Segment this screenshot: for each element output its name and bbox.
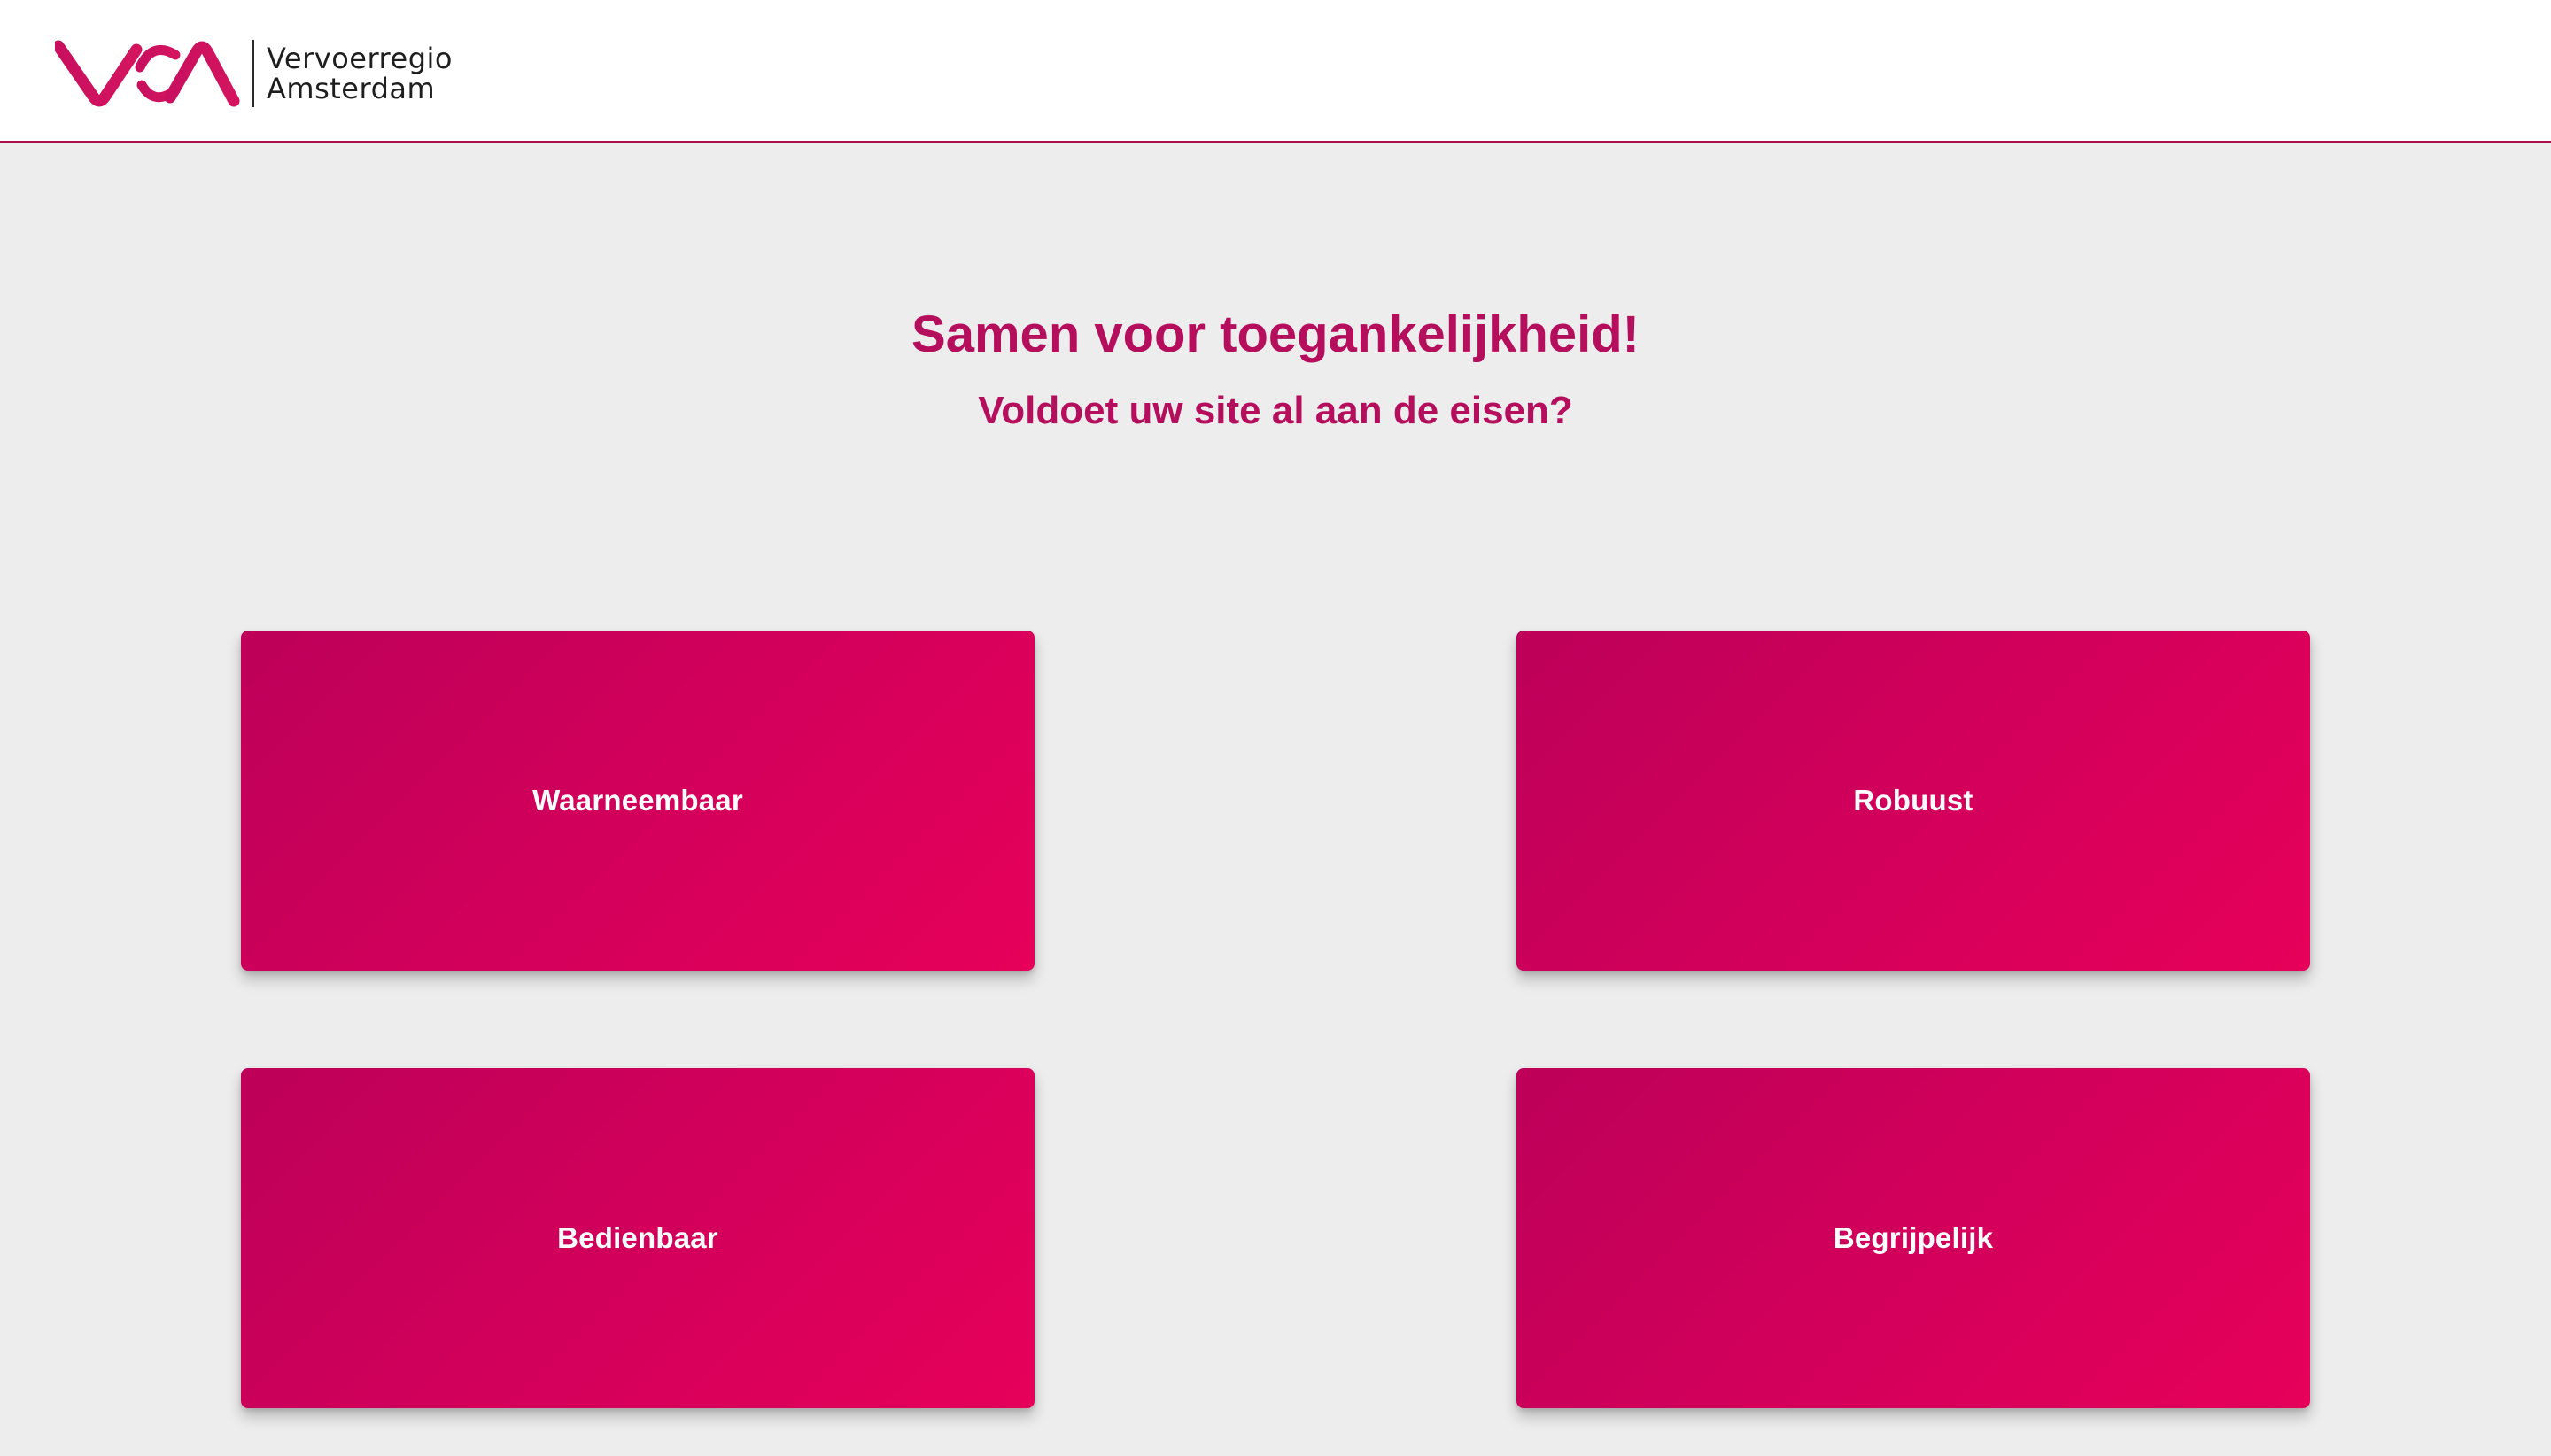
page-subtitle: Voldoet uw site al aan de eisen? [978,389,1573,432]
vra-logo-icon [55,40,240,107]
card-label: Begrijpelijk [1833,1221,1994,1254]
page-title: Samen voor toegankelijkheid! [911,306,1640,363]
vra-logo-link[interactable]: Vervoerregio Amsterdam [55,35,453,112]
card-label: Bedienbaar [557,1221,718,1254]
card-bedienbaar[interactable]: Bedienbaar [241,1068,1035,1408]
logo-wordmark: Vervoerregio Amsterdam [267,43,453,104]
card-robuust[interactable]: Robuust [1516,631,2310,971]
site-header: Vervoerregio Amsterdam [0,0,2551,143]
card-begrijpelijk[interactable]: Begrijpelijk [1516,1068,2310,1408]
logo-name-line-2: Amsterdam [267,72,436,105]
card-label: Robuust [1853,784,1973,817]
card-label: Waarneembaar [532,784,743,817]
logo-divider [252,40,254,107]
logo-name-line-1: Vervoerregio [267,42,453,75]
card-waarneembaar[interactable]: Waarneembaar [241,631,1035,971]
